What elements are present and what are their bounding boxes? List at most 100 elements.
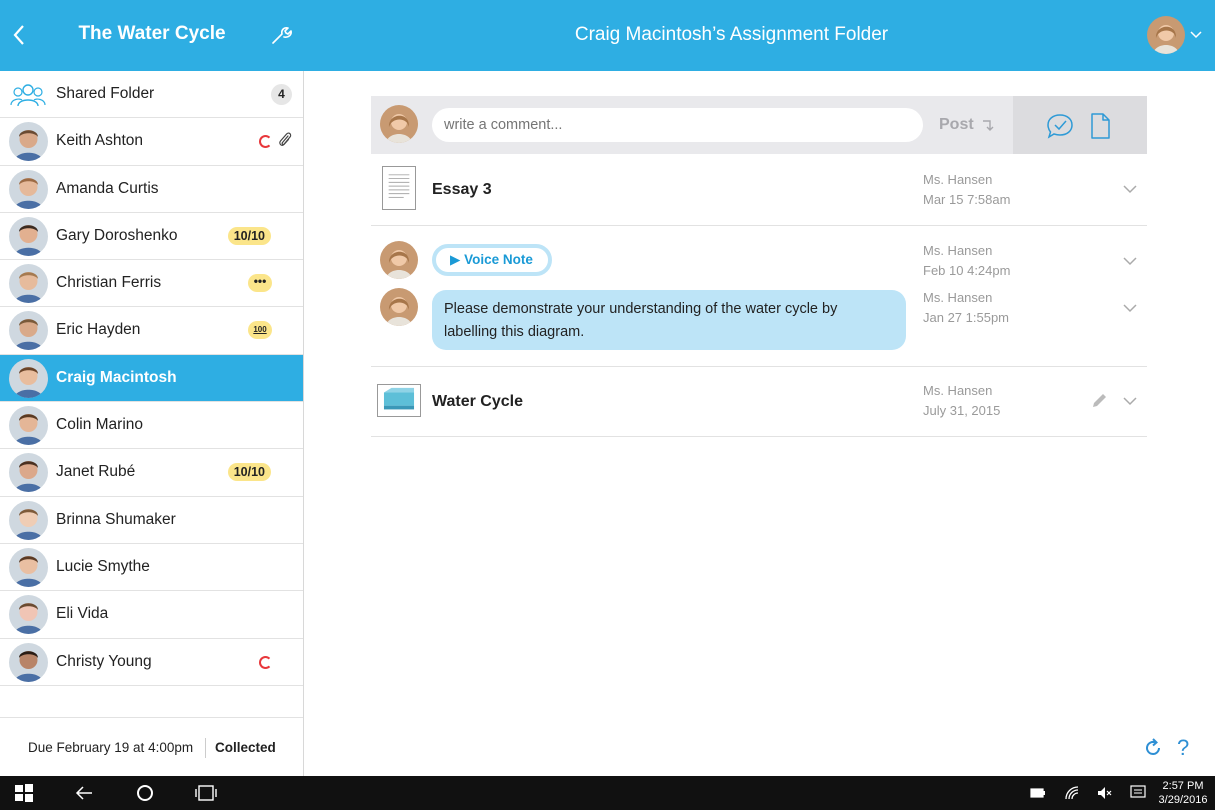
student-avatar-icon: [9, 169, 48, 209]
windows-taskbar: 2:57 PM 3/29/2016: [0, 776, 1215, 810]
student-row[interactable]: Christy Young: [0, 639, 303, 686]
clock-time: 2:57 PM: [1162, 780, 1204, 792]
essay-thumbnail: [382, 166, 416, 210]
volume-muted-icon[interactable]: [1096, 783, 1112, 803]
notification-center-icon[interactable]: [1130, 783, 1146, 803]
student-row[interactable]: Amanda Curtis: [0, 166, 303, 213]
document-icon[interactable]: [1089, 113, 1111, 139]
student-row[interactable]: Brinna Shumaker: [0, 497, 303, 544]
student-name: Gary Doroshenko: [56, 226, 178, 244]
student-avatar: [9, 216, 48, 256]
chevron-down-icon[interactable]: [1123, 185, 1137, 194]
voice-note-author: Ms. Hansen: [923, 243, 993, 258]
people-icon: [10, 84, 46, 107]
shared-folder-row[interactable]: Shared Folder 4: [0, 71, 303, 119]
main-header: Craig Macintosh’s Assignment Folder: [304, 0, 1215, 71]
student-row[interactable]: Colin Marino: [0, 402, 303, 450]
feedback-chat-icon[interactable]: [1046, 112, 1074, 140]
student-row[interactable]: Eli Vida: [0, 591, 303, 639]
essay-date: Mar 15 7:58am: [923, 192, 1011, 207]
message-bubble: Please demonstrate your understanding of…: [432, 290, 906, 350]
essay-title[interactable]: Essay 3: [432, 181, 492, 199]
student-name: Lucie Smythe: [56, 557, 150, 575]
student-name: Christy Young: [56, 652, 152, 670]
message-date: Jan 27 1:55pm: [923, 310, 1010, 325]
student-name: Keith Ashton: [56, 132, 144, 150]
water-cycle-item[interactable]: Water Cycle Ms. Hansen July 31, 2015: [371, 367, 1147, 437]
score-badge: 10/10: [227, 226, 271, 245]
collected-button[interactable]: Collected: [215, 740, 276, 755]
help-icon[interactable]: ?: [1177, 735, 1189, 761]
wifi-icon[interactable]: [1064, 783, 1080, 803]
student-row[interactable]: Christian Ferris •••: [0, 260, 303, 308]
student-avatar-icon: [9, 311, 48, 351]
shared-folder-label: Shared Folder: [56, 85, 155, 102]
cortana-icon[interactable]: [135, 783, 155, 803]
student-avatar: [9, 453, 48, 493]
student-avatar-icon: [9, 122, 48, 162]
water-cycle-date: July 31, 2015: [923, 403, 1001, 418]
play-icon: ▶: [450, 252, 465, 267]
student-name: Amanda Curtis: [56, 179, 159, 197]
student-avatar: [9, 358, 48, 398]
student-name: Craig Macintosh: [56, 368, 177, 386]
windows-start-icon[interactable]: [14, 783, 34, 803]
battery-icon[interactable]: [1030, 783, 1046, 803]
chevron-down-icon[interactable]: [1190, 30, 1202, 40]
essay-author: Ms. Hansen: [923, 172, 993, 187]
chevron-down-icon[interactable]: [1123, 257, 1137, 266]
comment-composer: Post: [371, 96, 1147, 154]
clock-date: 3/29/2016: [1158, 794, 1208, 806]
back-arrow-icon[interactable]: [10, 22, 30, 48]
chevron-down-icon[interactable]: [1123, 397, 1137, 406]
hundred-sticker-badge: 100: [248, 321, 272, 340]
pencil-icon[interactable]: [1090, 392, 1108, 410]
student-row[interactable]: Gary Doroshenko 10/10: [0, 213, 303, 261]
chevron-down-icon[interactable]: [1123, 304, 1137, 313]
voice-note-button[interactable]: ▶ Voice Note: [432, 244, 552, 276]
student-row[interactable]: Keith Ashton: [0, 118, 303, 166]
message-author: Ms. Hansen: [923, 290, 993, 305]
student-row[interactable]: Craig Macintosh: [0, 354, 303, 403]
student-name: Brinna Shumaker: [56, 510, 176, 528]
pending-ring-icon: [259, 135, 272, 149]
conversation-item: ▶ Voice Note Ms. Hansen Feb 10 4:24pm Pl…: [371, 226, 1147, 367]
student-avatar-icon: [9, 453, 48, 493]
user-avatar[interactable]: [1147, 16, 1185, 54]
student-avatar: [9, 264, 48, 304]
sidebar-footer: Due February 19 at 4:00pm Collected: [0, 717, 303, 776]
back-arrow-icon[interactable]: [74, 783, 94, 803]
post-button[interactable]: Post: [939, 116, 974, 134]
task-view-icon[interactable]: [195, 783, 217, 803]
student-avatar: [9, 122, 48, 162]
teacher-avatar-icon: [380, 288, 418, 326]
student-avatar: [9, 169, 48, 209]
comment-input[interactable]: [432, 108, 923, 142]
app-window: The Water Cycle Shared Folder 4 Keith As…: [0, 0, 1215, 810]
student-list: Shared Folder 4 Keith Ashton Amanda Curti…: [0, 71, 303, 686]
post-arrow-icon: [983, 120, 994, 131]
student-avatar: [9, 642, 48, 682]
student-name: Colin Marino: [56, 416, 144, 434]
student-avatar-icon: [9, 264, 48, 304]
student-avatar-icon: [9, 500, 48, 540]
teacher-avatar-icon: [380, 241, 418, 279]
student-avatar: [9, 311, 48, 351]
refresh-icon[interactable]: [1143, 738, 1163, 758]
teacher-avatar-icon: [1147, 16, 1185, 54]
composer-avatar: [380, 105, 418, 143]
system-clock[interactable]: 2:57 PM 3/29/2016: [1158, 779, 1208, 807]
student-rows: Keith Ashton Amanda Curtis Gary Doroshenko…: [0, 118, 303, 686]
due-date: Due February 19 at 4:00pm: [28, 740, 194, 755]
student-row[interactable]: Lucie Smythe: [0, 544, 303, 592]
student-row[interactable]: Janet Rubé 10/10: [0, 449, 303, 497]
wrench-icon[interactable]: [270, 24, 292, 46]
water-cycle-author: Ms. Hansen: [923, 383, 993, 398]
teacher-avatar-icon: [380, 105, 418, 143]
student-row[interactable]: Eric Hayden 100: [0, 307, 303, 355]
student-avatar-icon: [9, 595, 48, 635]
voice-note-label: Voice Note: [464, 252, 533, 267]
water-cycle-title[interactable]: Water Cycle: [432, 393, 523, 411]
student-avatar-icon: [9, 358, 48, 398]
essay-item[interactable]: Essay 3 Ms. Hansen Mar 15 7:58am: [371, 154, 1147, 226]
